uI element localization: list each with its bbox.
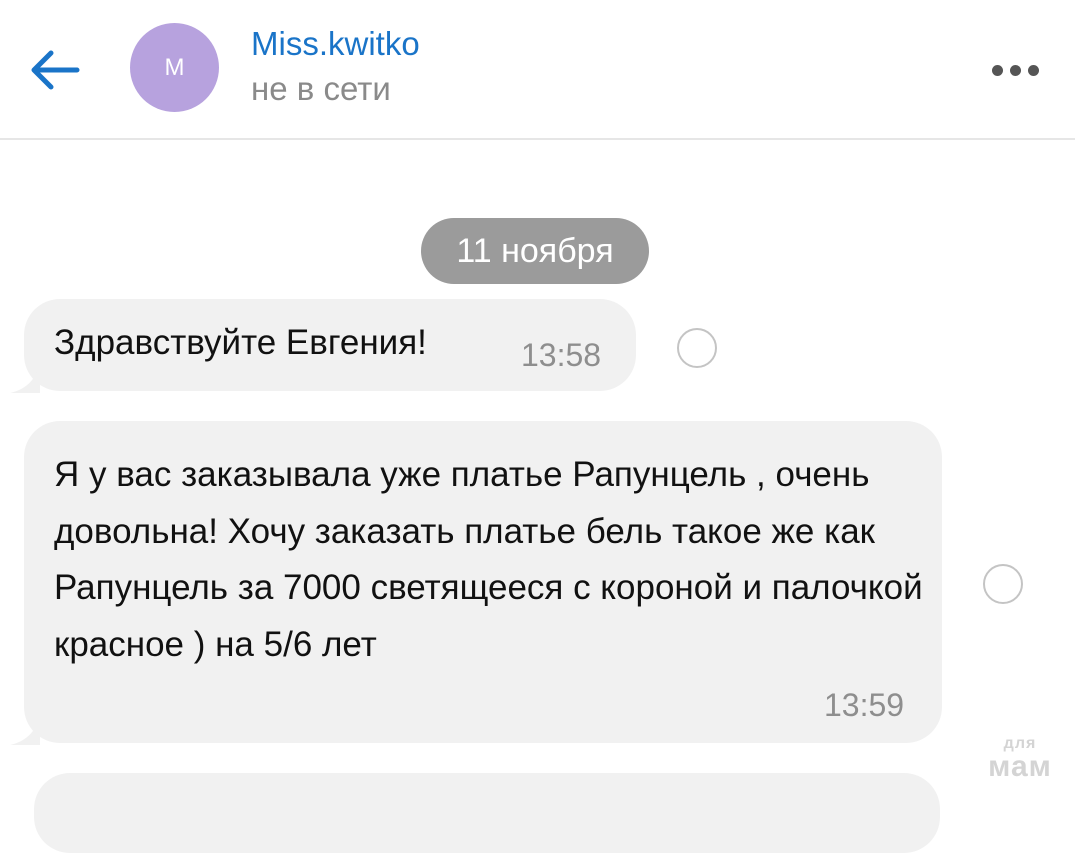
watermark-line2: мам xyxy=(988,750,1052,783)
watermark-logo: для мам xyxy=(976,736,1064,782)
message-text: Я у вас заказывала уже платье Рапунцель … xyxy=(54,455,923,664)
chat-header: М Miss.kwitko не в сети xyxy=(0,0,1075,140)
message-text: Здравствуйте Евгения! xyxy=(54,323,427,362)
message-time: 13:59 xyxy=(824,687,905,723)
message-bubble[interactable]: Я у вас заказывала уже платье Рапунцель … xyxy=(10,421,942,745)
bubble-tail xyxy=(10,715,40,745)
arrow-left-icon xyxy=(31,50,80,90)
message-select-circle[interactable] xyxy=(983,564,1023,604)
date-separator: 11 ноября xyxy=(421,218,649,284)
contact-status: не в сети xyxy=(251,70,391,107)
date-separator-label: 11 ноября xyxy=(456,231,614,270)
message-select-circle[interactable] xyxy=(677,328,717,368)
more-horizontal-icon xyxy=(991,64,1003,76)
more-horizontal-icon xyxy=(1027,64,1039,76)
more-options-button[interactable] xyxy=(980,55,1050,85)
message-time: 13:58 xyxy=(521,337,602,373)
more-horizontal-icon xyxy=(1009,64,1021,76)
message-bubble[interactable]: Здравствуйте Евгения! 13:58 xyxy=(10,299,636,393)
avatar[interactable]: М xyxy=(130,23,219,112)
avatar-letter: М xyxy=(164,53,185,81)
message-bubble[interactable] xyxy=(34,773,940,853)
contact-name[interactable]: Miss.kwitko xyxy=(251,25,420,63)
bubble-tail xyxy=(10,363,40,393)
back-button[interactable] xyxy=(22,40,86,100)
